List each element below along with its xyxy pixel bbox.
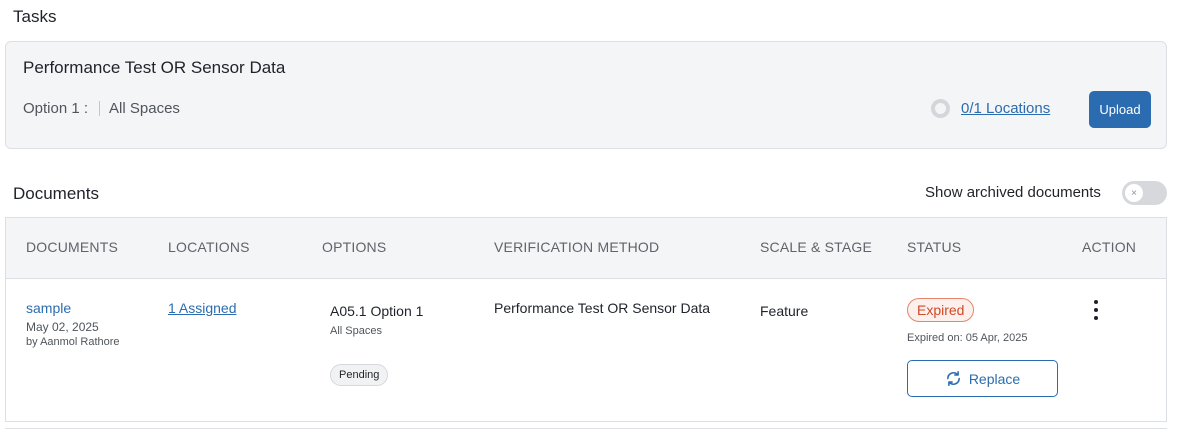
replace-button-label: Replace: [968, 370, 1021, 387]
document-author: by Aanmol Rathore: [26, 336, 120, 348]
task-locations: 0/1 Locations: [931, 99, 1050, 118]
document-name-link[interactable]: sample: [26, 300, 120, 316]
column-header-verification-method: VERIFICATION METHOD: [494, 239, 660, 255]
column-header-status: STATUS: [907, 239, 962, 255]
show-archived-label: Show archived documents: [925, 184, 1101, 201]
task-option: Option 1 : All Spaces: [23, 100, 180, 117]
column-header-documents: DOCUMENTS: [26, 239, 119, 255]
task-option-value: All Spaces: [109, 100, 180, 117]
more-actions-icon[interactable]: [1089, 300, 1103, 320]
tasks-heading: Tasks: [13, 7, 57, 26]
progress-ring-icon: [931, 99, 950, 118]
bottom-divider: [5, 428, 1167, 429]
verification-method-cell: Performance Test OR Sensor Data: [494, 300, 710, 316]
documents-table: DOCUMENTS LOCATIONS OPTIONS VERIFICATION…: [5, 217, 1167, 422]
option-name: A05.1 Option 1: [330, 303, 424, 319]
option-separator: [99, 101, 101, 116]
option-status-cell: Pending: [330, 364, 389, 386]
replace-button[interactable]: Replace: [907, 360, 1058, 397]
task-name: Performance Test OR Sensor Data: [23, 58, 286, 77]
task-card: Performance Test OR Sensor Data Option 1…: [5, 41, 1167, 149]
scale-stage: Feature: [760, 303, 809, 319]
table-header: DOCUMENTS LOCATIONS OPTIONS VERIFICATION…: [6, 218, 1166, 279]
expired-on-date: Expired on: 05 Apr, 2025: [907, 332, 1028, 344]
locations-link[interactable]: 0/1 Locations: [961, 100, 1050, 117]
assigned-locations-link[interactable]: 1 Assigned: [168, 300, 237, 316]
show-archived-toggle[interactable]: ×: [1122, 181, 1167, 205]
column-header-options: OPTIONS: [322, 239, 387, 255]
scale-stage-cell: Feature: [760, 303, 808, 319]
options-cell: A05.1 Option 1 All Spaces: [330, 303, 423, 337]
toggle-close-icon: ×: [1125, 184, 1143, 202]
option-scope: All Spaces: [330, 325, 382, 337]
locations-cell: 1 Assigned: [168, 300, 237, 318]
status-cell: Expired Expired on: 05 Apr, 2025: [907, 298, 1027, 344]
document-date: May 02, 2025: [26, 320, 99, 334]
upload-button[interactable]: Upload: [1089, 91, 1151, 128]
task-option-label: Option 1 :: [23, 100, 89, 117]
column-header-action: ACTION: [1082, 239, 1137, 255]
document-cell: sample May 02, 2025 by Aanmol Rathore: [26, 300, 120, 348]
documents-heading: Documents: [13, 184, 99, 203]
refresh-icon: [946, 370, 960, 387]
verification-method: Performance Test OR Sensor Data: [494, 300, 711, 316]
pending-badge: Pending: [330, 364, 389, 386]
column-header-locations: LOCATIONS: [168, 239, 250, 255]
column-header-scale-stage: SCALE & STAGE: [760, 239, 873, 255]
expired-status-badge: Expired: [907, 298, 975, 322]
